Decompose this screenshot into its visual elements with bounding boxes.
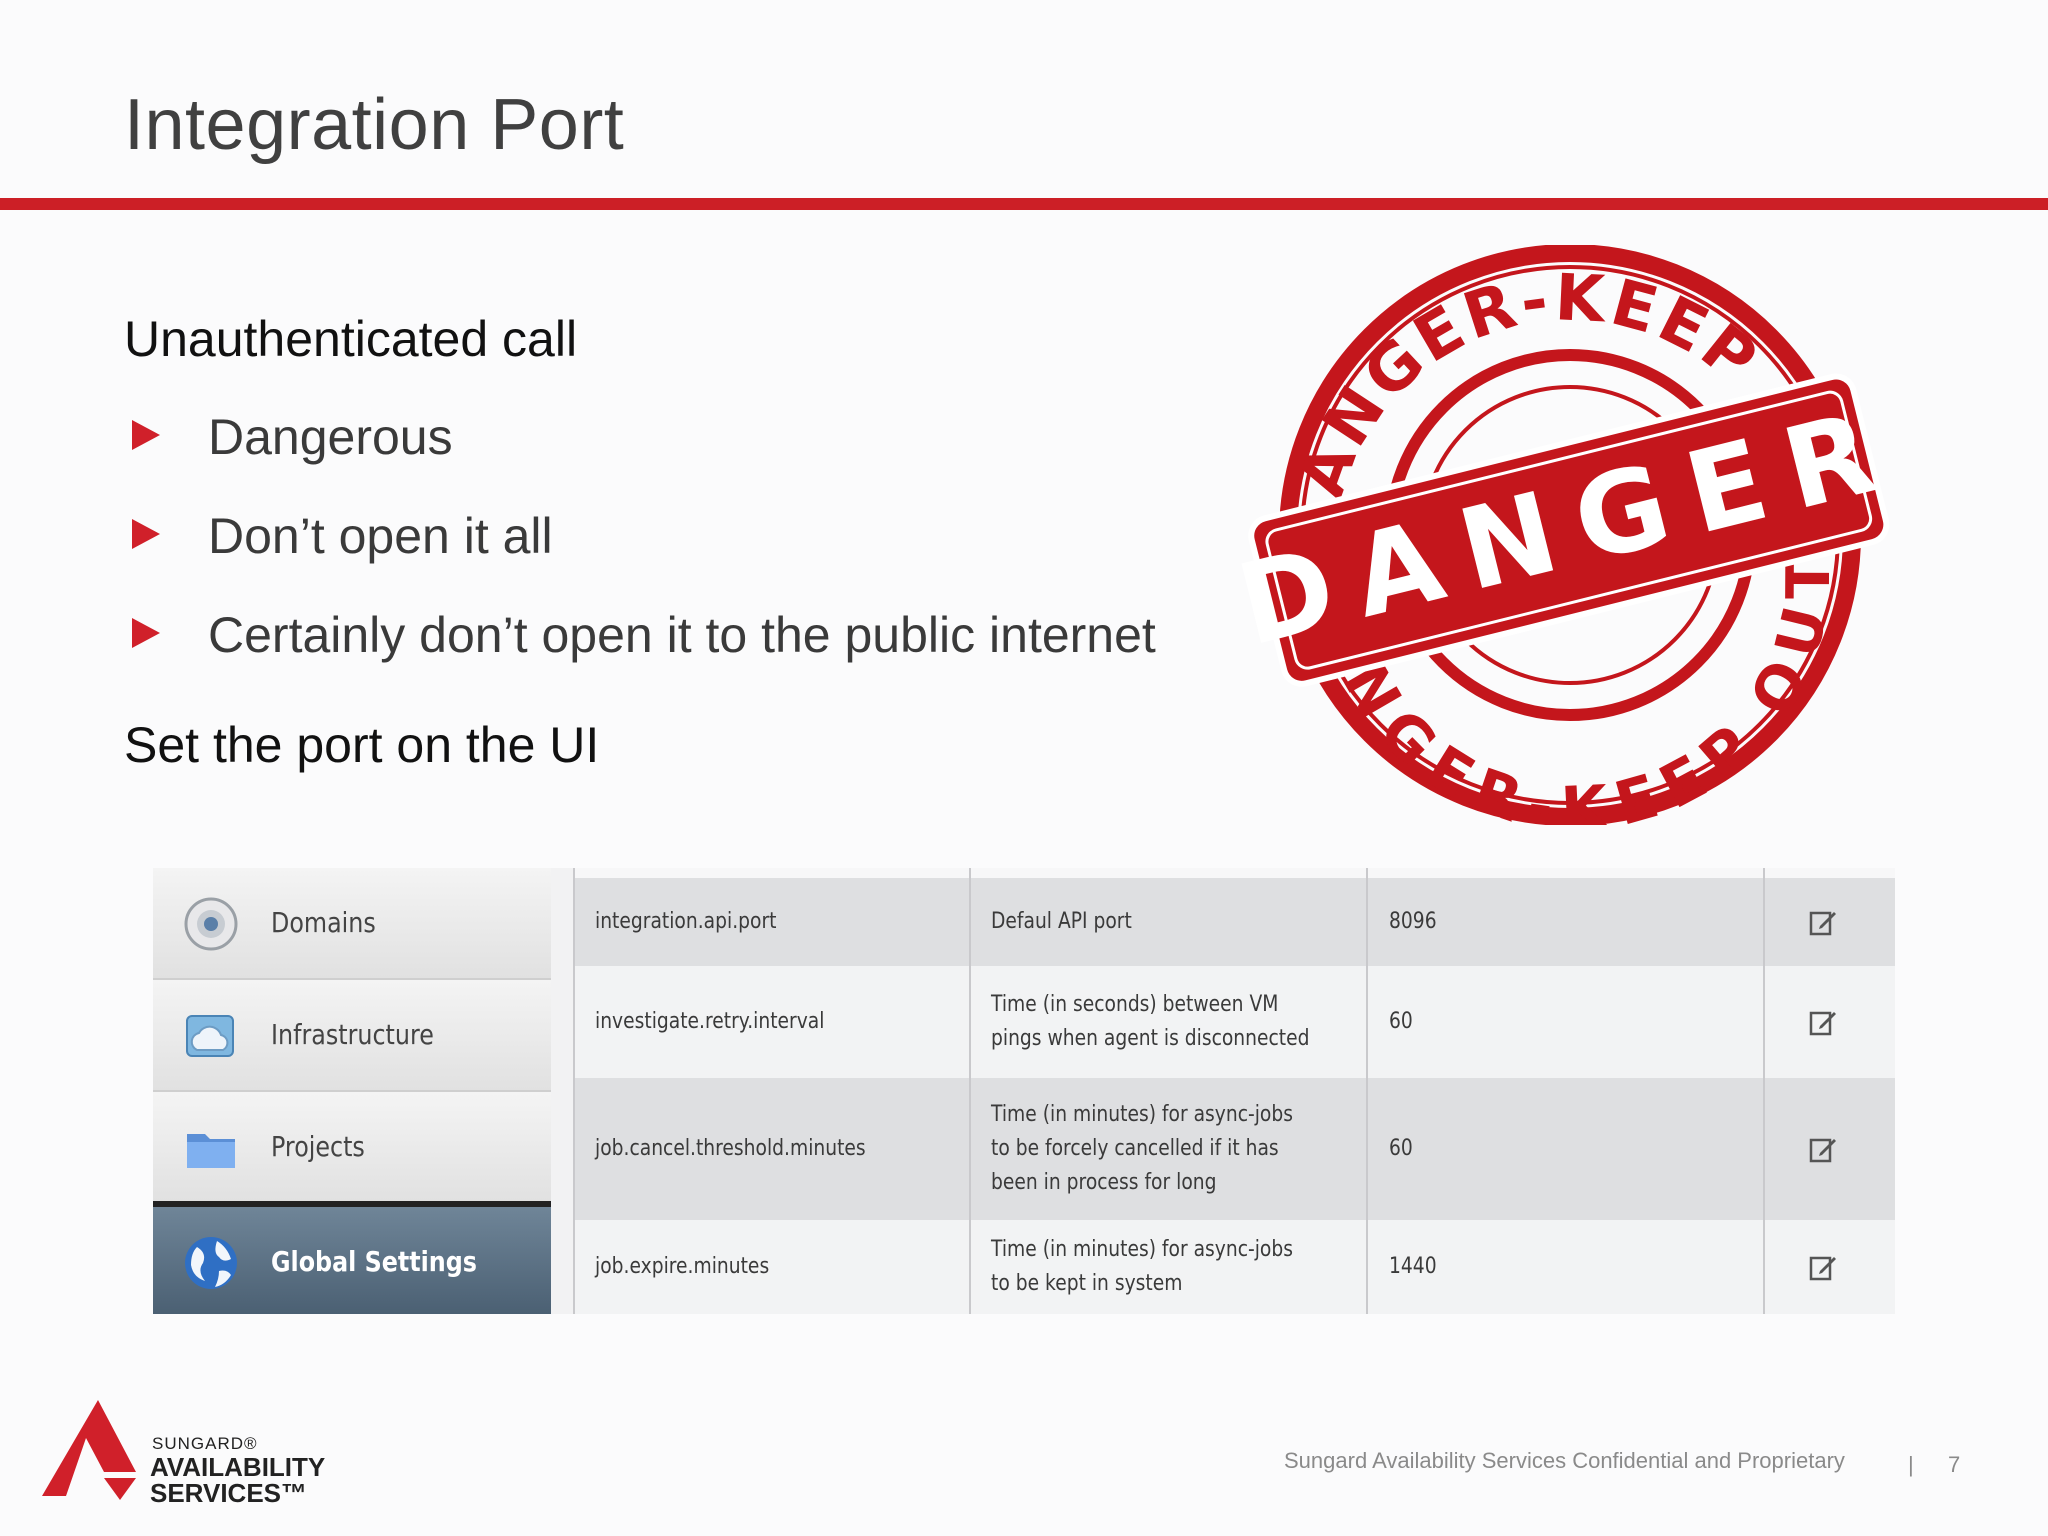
bullet-item: Dangerous [132, 408, 1156, 507]
logo-text-sungard: SUNGARD® [152, 1434, 258, 1453]
bullet-item: Don’t open it all [132, 507, 1156, 606]
edit-button[interactable] [1783, 1220, 1863, 1314]
bullet-text: Don’t open it all [208, 508, 553, 564]
setting-value: 1440 [1389, 1254, 1437, 1279]
bullet-text: Certainly don’t open it to the public in… [208, 607, 1156, 663]
page-number: 7 [1948, 1452, 1961, 1477]
sidebar-item-label: Projects [271, 1130, 365, 1163]
edit-icon [1809, 911, 1836, 936]
bullet-list: Dangerous Don’t open it all Certainly do… [132, 408, 1156, 705]
heading-unauthenticated: Unauthenticated call [124, 311, 578, 367]
heading-set-port: Set the port on the UI [124, 717, 600, 773]
title-divider [0, 198, 2048, 210]
table-row: job.expire.minutes Time (in minutes) for… [573, 1220, 1895, 1314]
table-row: job.cancel.threshold.minutes Time (in mi… [573, 1078, 1895, 1220]
edit-button[interactable] [1783, 966, 1863, 1078]
setting-name: investigate.retry.interval [595, 1009, 825, 1034]
sidebar-item-label: Infrastructure [271, 1018, 434, 1051]
setting-value: 8096 [1389, 909, 1437, 934]
setting-description: Time (in minutes) for async-jobs to be k… [991, 1237, 1293, 1296]
sidebar-item-infrastructure[interactable]: Infrastructure [153, 980, 551, 1092]
edit-button[interactable] [1783, 878, 1863, 966]
sidebar-item-projects[interactable]: Projects [153, 1092, 551, 1204]
table-row: investigate.retry.interval Time (in seco… [573, 966, 1895, 1078]
setting-value: 60 [1389, 1009, 1413, 1034]
edit-button[interactable] [1783, 1078, 1863, 1220]
sidebar-item-label: Domains [271, 906, 376, 939]
footer-separator: | [1908, 1452, 1914, 1477]
cloud-icon [186, 1015, 234, 1057]
setting-description: Time (in seconds) between VM pings when … [991, 992, 1310, 1051]
setting-name: job.expire.minutes [595, 1254, 770, 1279]
edit-icon [1809, 1011, 1836, 1036]
setting-description: Defaul API port [991, 909, 1132, 934]
bullet-item: Certainly don’t open it to the public in… [132, 606, 1156, 705]
column-divider [969, 868, 971, 1314]
sungard-logo: SUNGARD® AVAILABILITY SERVICES™ [40, 1400, 360, 1510]
folder-icon [187, 1134, 235, 1168]
bullet-arrow-icon [132, 420, 160, 450]
slide-title: Integration Port [124, 85, 625, 165]
settings-table: integration.api.port Defaul API port 809… [573, 868, 1895, 1314]
sidebar-item-global-settings[interactable]: Global Settings [153, 1204, 551, 1314]
table-row: integration.api.port Defaul API port 809… [573, 878, 1895, 966]
globe-icon [185, 1237, 237, 1289]
sidebar-item-label: Global Settings [271, 1245, 477, 1278]
column-divider [1763, 868, 1765, 1314]
bullet-text: Dangerous [208, 409, 453, 465]
column-divider [1366, 868, 1368, 1314]
settings-sidebar: Domains Infrastructure Projects Global S… [153, 868, 551, 1314]
bullet-arrow-icon [132, 618, 160, 648]
edit-icon [1809, 1138, 1836, 1163]
logo-mark-icon [42, 1400, 136, 1500]
logo-text-services: SERVICES™ [150, 1478, 308, 1508]
danger-stamp-image: DANGER-KEEP OUT DANGER-KEEP OUT DANGER [1240, 245, 1900, 825]
domain-icon [184, 897, 238, 951]
setting-description: Time (in minutes) for async-jobs to be f… [991, 1102, 1293, 1195]
bullet-arrow-icon [132, 519, 160, 549]
setting-name: integration.api.port [595, 909, 777, 934]
sidebar-item-domains[interactable]: Domains [153, 868, 551, 980]
setting-name: job.cancel.threshold.minutes [595, 1136, 866, 1161]
column-divider [573, 868, 575, 1314]
confidential-notice: Sungard Availability Services Confidenti… [1284, 1448, 1845, 1473]
edit-icon [1809, 1256, 1836, 1281]
global-settings-screenshot: Domains Infrastructure Projects Global S… [153, 868, 1895, 1314]
setting-value: 60 [1389, 1136, 1413, 1161]
